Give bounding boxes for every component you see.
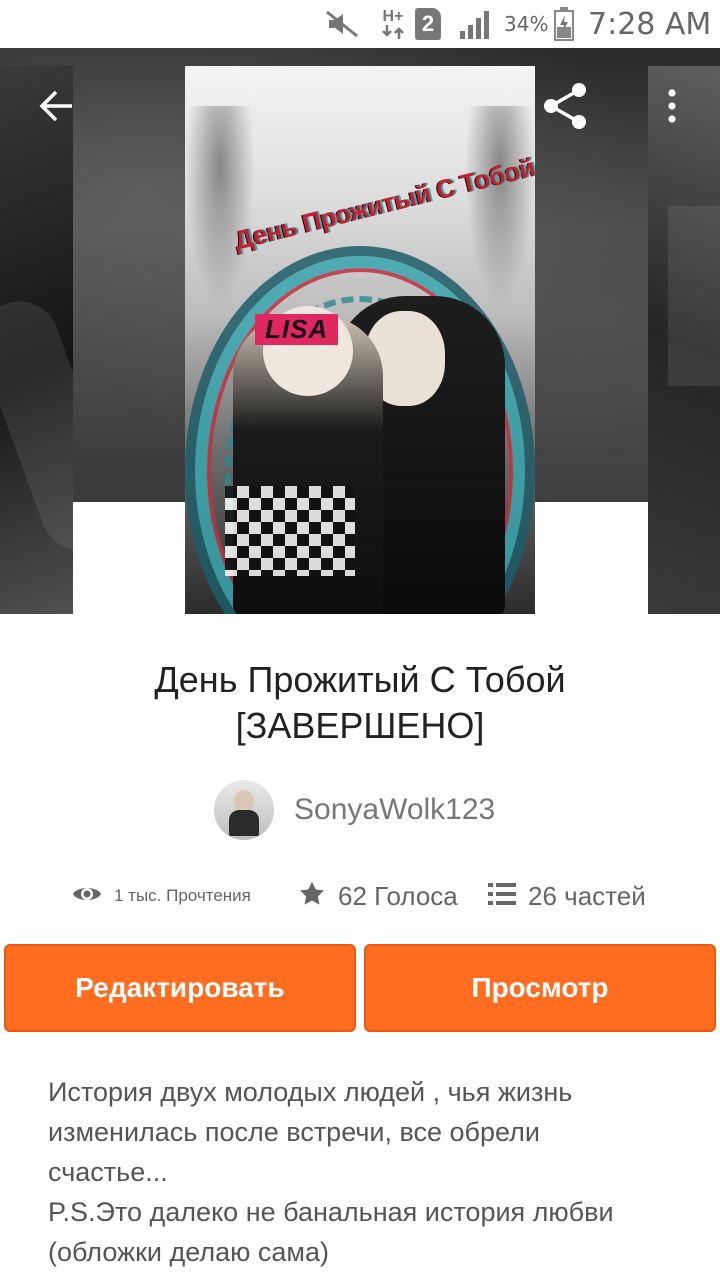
description-line: P.S.Это далеко не банальная история любв… (48, 1197, 614, 1227)
view-button[interactable]: Просмотр (364, 944, 716, 1032)
reads-stat: 1 тыс. Прочтения (72, 870, 251, 922)
eye-icon (72, 883, 102, 910)
story-status: [ЗАВЕРШЕНО] (235, 705, 485, 746)
share-icon (541, 81, 591, 136)
mute-icon (322, 6, 362, 42)
story-description: История двух молодых людей , чья жизнь и… (48, 1072, 688, 1272)
story-title: День Прожитый С Тобой (154, 659, 566, 700)
sim-slot-label: 2 (421, 11, 435, 36)
network-type-label: H+ (382, 8, 404, 25)
next-cover[interactable] (648, 66, 720, 614)
description-line: изменилась после встречи, все обрели (48, 1117, 540, 1147)
author-link[interactable]: SonyaWolk123 (214, 780, 495, 840)
more-vert-icon (667, 88, 677, 129)
parts-count: 26 частей (528, 880, 646, 911)
story-stats: 1 тыс. Прочтения 62 Голоса 26 частей (0, 870, 720, 922)
back-button[interactable] (26, 78, 86, 138)
sim-icon: 2 (414, 6, 442, 42)
data-arrows-icon: H+ (374, 6, 412, 42)
clock: 7:28 AM (588, 6, 712, 42)
description-line: История двух молодых людей , чья жизнь (48, 1077, 573, 1107)
star-icon (298, 880, 326, 913)
cover-tag-text: LISA (255, 314, 339, 345)
description-line: (обложки делаю сама) (48, 1237, 329, 1267)
votes-stat: 62 Голоса (298, 870, 458, 922)
battery-icon (552, 6, 576, 42)
story-cover[interactable]: День Прожитый С Тобой LISA (185, 66, 535, 614)
edit-button[interactable]: Редактировать (4, 944, 356, 1032)
prev-cover[interactable] (0, 66, 73, 614)
parts-stat: 26 частей (488, 870, 646, 922)
cover-checker-pattern (225, 486, 355, 576)
votes-count: 62 Голоса (338, 880, 458, 911)
more-options-button[interactable] (642, 78, 702, 138)
share-button[interactable] (536, 78, 596, 138)
avatar[interactable] (214, 780, 274, 840)
signal-icon (456, 6, 496, 42)
list-icon (488, 882, 516, 911)
description-line: счастье... (48, 1157, 168, 1187)
battery-percent: 34% (504, 12, 549, 36)
status-bar: H+ 2 34% 7:28 AM (0, 0, 720, 48)
reads-count: 1 тыс. Прочтения (114, 886, 251, 905)
author-name[interactable]: SonyaWolk123 (294, 793, 495, 827)
arrow-left-icon (38, 88, 74, 129)
